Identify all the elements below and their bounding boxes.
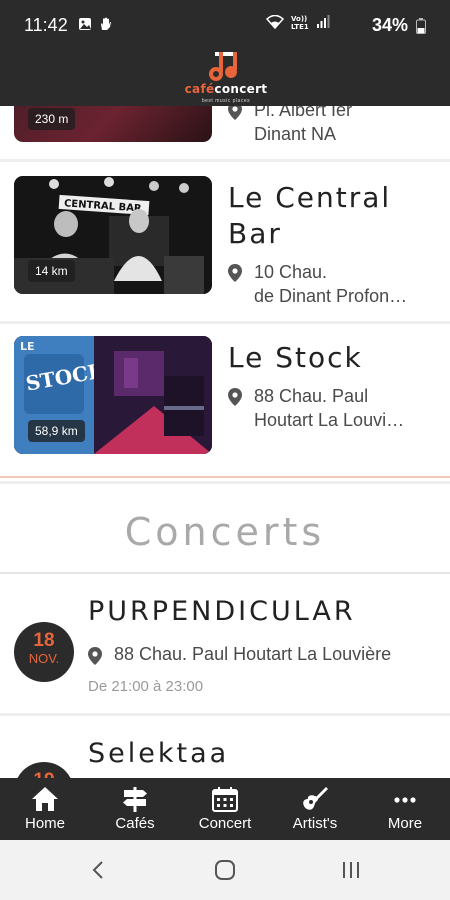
tab-concert[interactable]: Concert [180, 778, 270, 840]
signal-icon [317, 15, 330, 28]
date-badge: 19 [14, 762, 74, 778]
status-notification-icons [78, 17, 112, 31]
home-icon [32, 787, 58, 811]
cafe-name: Le Stock [228, 341, 363, 374]
location-pin-icon [228, 106, 242, 120]
app-header: 11:42 Vo)) LTE1 34% caféconcert best musi… [0, 0, 450, 106]
svg-text:LTE1: LTE1 [291, 23, 309, 30]
concert-name: Selektaa [88, 738, 230, 769]
date-badge: 18 NOV. [14, 622, 74, 682]
cafe-name: Le Central Bar [228, 181, 392, 250]
tab-label: Home [24, 815, 65, 832]
guitar-icon [303, 787, 328, 810]
tab-label: More [387, 815, 423, 832]
status-system-icons: Vo)) LTE1 [266, 14, 330, 30]
cafe-address: 88 Chau. Paul Houtart La Louvi… [228, 384, 438, 432]
more-icon [394, 797, 416, 803]
location-pin-icon [228, 388, 242, 406]
cafe-card[interactable]: 230 m Pl. Albert Ier Dinant NA [0, 106, 450, 162]
cafe-address: 10 Chau. de Dinant Profon… [228, 260, 438, 308]
logo-part1: café [184, 82, 215, 96]
tab-label: Concert [198, 815, 252, 832]
calendar-icon [212, 787, 238, 812]
recents-icon[interactable] [340, 860, 362, 880]
svg-text:LE: LE [20, 340, 35, 353]
logo-wordmark: caféconcert [180, 82, 272, 96]
cafe-card[interactable]: LE STOCK 58,9 km Le Stock 88 Chau. Paul … [0, 324, 450, 484]
tab-label: Artist's [292, 815, 338, 832]
status-time: 11:42 [24, 15, 68, 35]
tab-home[interactable]: Home [0, 778, 90, 840]
home-button-icon[interactable] [214, 860, 236, 880]
bottom-tab-bar: Home Cafés Concert Artist's More [0, 778, 450, 840]
concert-name: PURPENDICULAR [88, 596, 356, 627]
svg-text:Vo)): Vo)) [291, 15, 307, 23]
tab-label: Cafés [115, 815, 155, 832]
main-content[interactable]: 230 m Pl. Albert Ier Dinant NA CENTRAL B… [0, 106, 450, 778]
tab-more[interactable]: More [360, 778, 450, 840]
volte-icon: Vo))LTE1 [291, 15, 309, 30]
logo-part2: concert [214, 82, 268, 96]
gallery-icon [79, 18, 91, 30]
signpost-icon [123, 787, 147, 812]
battery-percent: 34% [371, 15, 408, 35]
cafe-thumbnail: CENTRAL BAR 14 km [14, 176, 212, 294]
battery-icon [416, 18, 426, 34]
section-divider [0, 476, 450, 478]
cafe-address: Pl. Albert Ier Dinant NA [228, 106, 438, 146]
concert-time: De 21:00 à 23:00 [88, 678, 204, 695]
hand-icon [101, 17, 111, 30]
wifi-icon [266, 15, 284, 29]
app-logo[interactable]: caféconcert best music places [180, 48, 272, 104]
cafe-card[interactable]: CENTRAL BAR 14 km Le Central Bar 10 Chau… [0, 164, 450, 324]
concerts-section-title: Concerts [124, 510, 326, 554]
location-pin-icon [228, 264, 242, 282]
date-day: 19 [14, 762, 74, 779]
location-pin-icon [88, 647, 102, 665]
concert-address: 88 Chau. Paul Houtart La Louvière [88, 644, 391, 665]
cafe-thumbnail: LE STOCK 58,9 km [14, 336, 212, 454]
tab-cafes[interactable]: Cafés [90, 778, 180, 840]
concert-item[interactable]: 18 NOV. PURPENDICULAR 88 Chau. Paul Hout… [0, 574, 450, 716]
cafe-distance: 230 m [28, 108, 76, 130]
date-day: 18 [33, 630, 55, 651]
logo-tagline: best music places [201, 98, 251, 104]
music-note-icon [209, 52, 237, 81]
cafe-distance: 14 km [28, 260, 75, 282]
date-month: NOV. [28, 651, 60, 666]
status-bar: 11:42 Vo)) LTE1 34% [0, 0, 450, 52]
cafe-distance: 58,9 km [28, 420, 85, 442]
system-navigation-bar [0, 840, 450, 900]
tab-artists[interactable]: Artist's [270, 778, 360, 840]
cafe-thumbnail: 230 m [14, 106, 212, 142]
back-icon[interactable] [90, 860, 106, 880]
concert-item[interactable]: 19 Selektaa [0, 718, 450, 778]
